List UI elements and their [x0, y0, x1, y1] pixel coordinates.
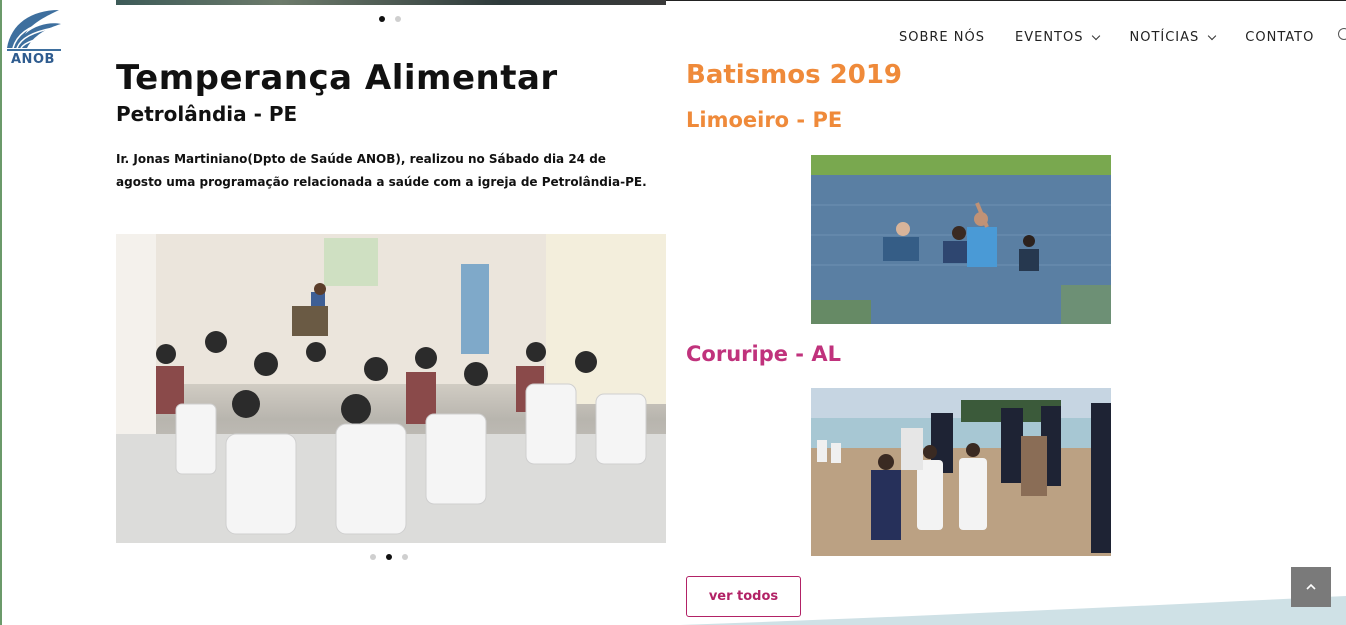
main-nav: SOBRE NÓS EVENTOS NOTÍCIAS CONTATO [899, 30, 1344, 45]
article-subtitle: Petrolândia - PE [116, 102, 298, 126]
nav-item-contato[interactable]: CONTATO [1245, 30, 1314, 45]
carousel-dot[interactable] [395, 16, 401, 22]
carousel-dot[interactable] [370, 554, 376, 560]
nav-item-noticias[interactable]: NOTÍCIAS [1129, 30, 1217, 45]
coruripe-photo-illustration [811, 388, 1111, 556]
coruripe-baptism-photo [811, 388, 1111, 556]
nav-item-label: NOTÍCIAS [1129, 30, 1200, 45]
limoeiro-photo-illustration [811, 155, 1111, 324]
baptisms-title: Batismos 2019 [686, 60, 903, 90]
article-title: Temperança Alimentar [116, 58, 558, 98]
baptism-location-coruripe: Coruripe - AL [686, 342, 841, 366]
page-left-border [0, 0, 2, 625]
top-carousel-image-edge [116, 0, 666, 5]
chevron-down-icon [1092, 31, 1101, 40]
nav-item-eventos[interactable]: EVENTOS [1015, 30, 1101, 45]
church-event-photo [116, 234, 666, 543]
nav-item-sobre-nos[interactable]: SOBRE NÓS [899, 30, 985, 45]
search-icon[interactable] [1338, 28, 1346, 40]
back-to-top-button[interactable] [1291, 567, 1331, 607]
baptism-location-limoeiro: Limoeiro - PE [686, 108, 843, 132]
nav-item-label: CONTATO [1245, 30, 1315, 45]
nav-item-label: SOBRE NÓS [899, 30, 985, 45]
decorative-wave [680, 596, 1346, 625]
church-photo-illustration [116, 234, 666, 543]
header-top-line [666, 0, 1346, 1]
limoeiro-baptism-photo [811, 155, 1111, 324]
carousel-dot[interactable] [402, 554, 408, 560]
chevron-down-icon [1208, 31, 1217, 40]
carousel-dot[interactable] [386, 554, 392, 560]
logo-text: ANOB [11, 52, 55, 67]
church-carousel-dots [370, 554, 408, 560]
nav-item-label: EVENTOS [1015, 30, 1084, 45]
top-carousel-dots [379, 16, 401, 22]
carousel-dot[interactable] [379, 16, 385, 22]
site-logo[interactable]: ANOB [0, 0, 66, 72]
article-description: Ir. Jonas Martiniano(Dpto de Saúde ANOB)… [116, 152, 647, 189]
chevron-up-icon [1306, 583, 1316, 590]
